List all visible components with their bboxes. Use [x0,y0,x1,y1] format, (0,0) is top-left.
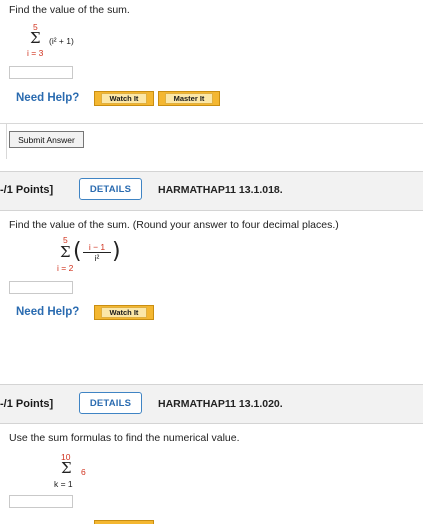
problem1-answer-input[interactable] [9,66,73,79]
problem1-prompt: Find the value of the sum. [9,4,130,16]
problem2-sum-lower: i = 2 [57,263,74,273]
sigma-icon: Σ [60,243,71,261]
problem2-need-help: Need Help? [16,306,80,318]
problem2-answer-input[interactable] [9,281,73,294]
problem3-details-button[interactable]: DETAILS [79,392,142,414]
problem1-sum-lower: i = 3 [27,48,44,58]
right-paren: ) [112,239,121,264]
divider [0,123,423,124]
sigma-icon: Σ [30,29,41,47]
problem2-fraction: i − 1 i² [83,242,111,264]
left-paren: ( [73,239,82,264]
problem2-details-button[interactable]: DETAILS [79,178,142,200]
problem3-expression: 6 [81,467,86,477]
problem1-expression: (i² + 1) [49,36,74,46]
problem1-need-help: Need Help? [16,92,80,104]
problem2-denominator: i² [94,253,100,263]
problem3-points: -/1 Points] [0,398,54,410]
left-rule [0,123,7,159]
problem3-code: HARMATHAP11 13.1.020. [158,398,283,410]
problem2-numerator: i − 1 [83,242,111,253]
problem2-points: -/1 Points] [0,184,54,196]
watch-it-label: Watch It [100,307,148,318]
master-it-label: Master It [164,93,214,104]
watch-it-label: Watch It [100,93,148,104]
sigma-icon: Σ [61,459,72,477]
problem3-answer-input[interactable] [9,495,73,508]
submit-answer-button[interactable]: Submit Answer [9,131,84,148]
watch-it-button-partial[interactable] [94,520,154,524]
watch-it-button[interactable]: Watch It [94,305,154,320]
master-it-button[interactable]: Master It [158,91,220,106]
problem3-sum-lower: k = 1 [54,479,73,489]
problem2-prompt: Find the value of the sum. (Round your a… [9,219,339,231]
problem2-code: HARMATHAP11 13.1.018. [158,184,283,196]
problem3-prompt: Use the sum formulas to find the numeric… [9,432,240,444]
watch-it-button[interactable]: Watch It [94,91,154,106]
